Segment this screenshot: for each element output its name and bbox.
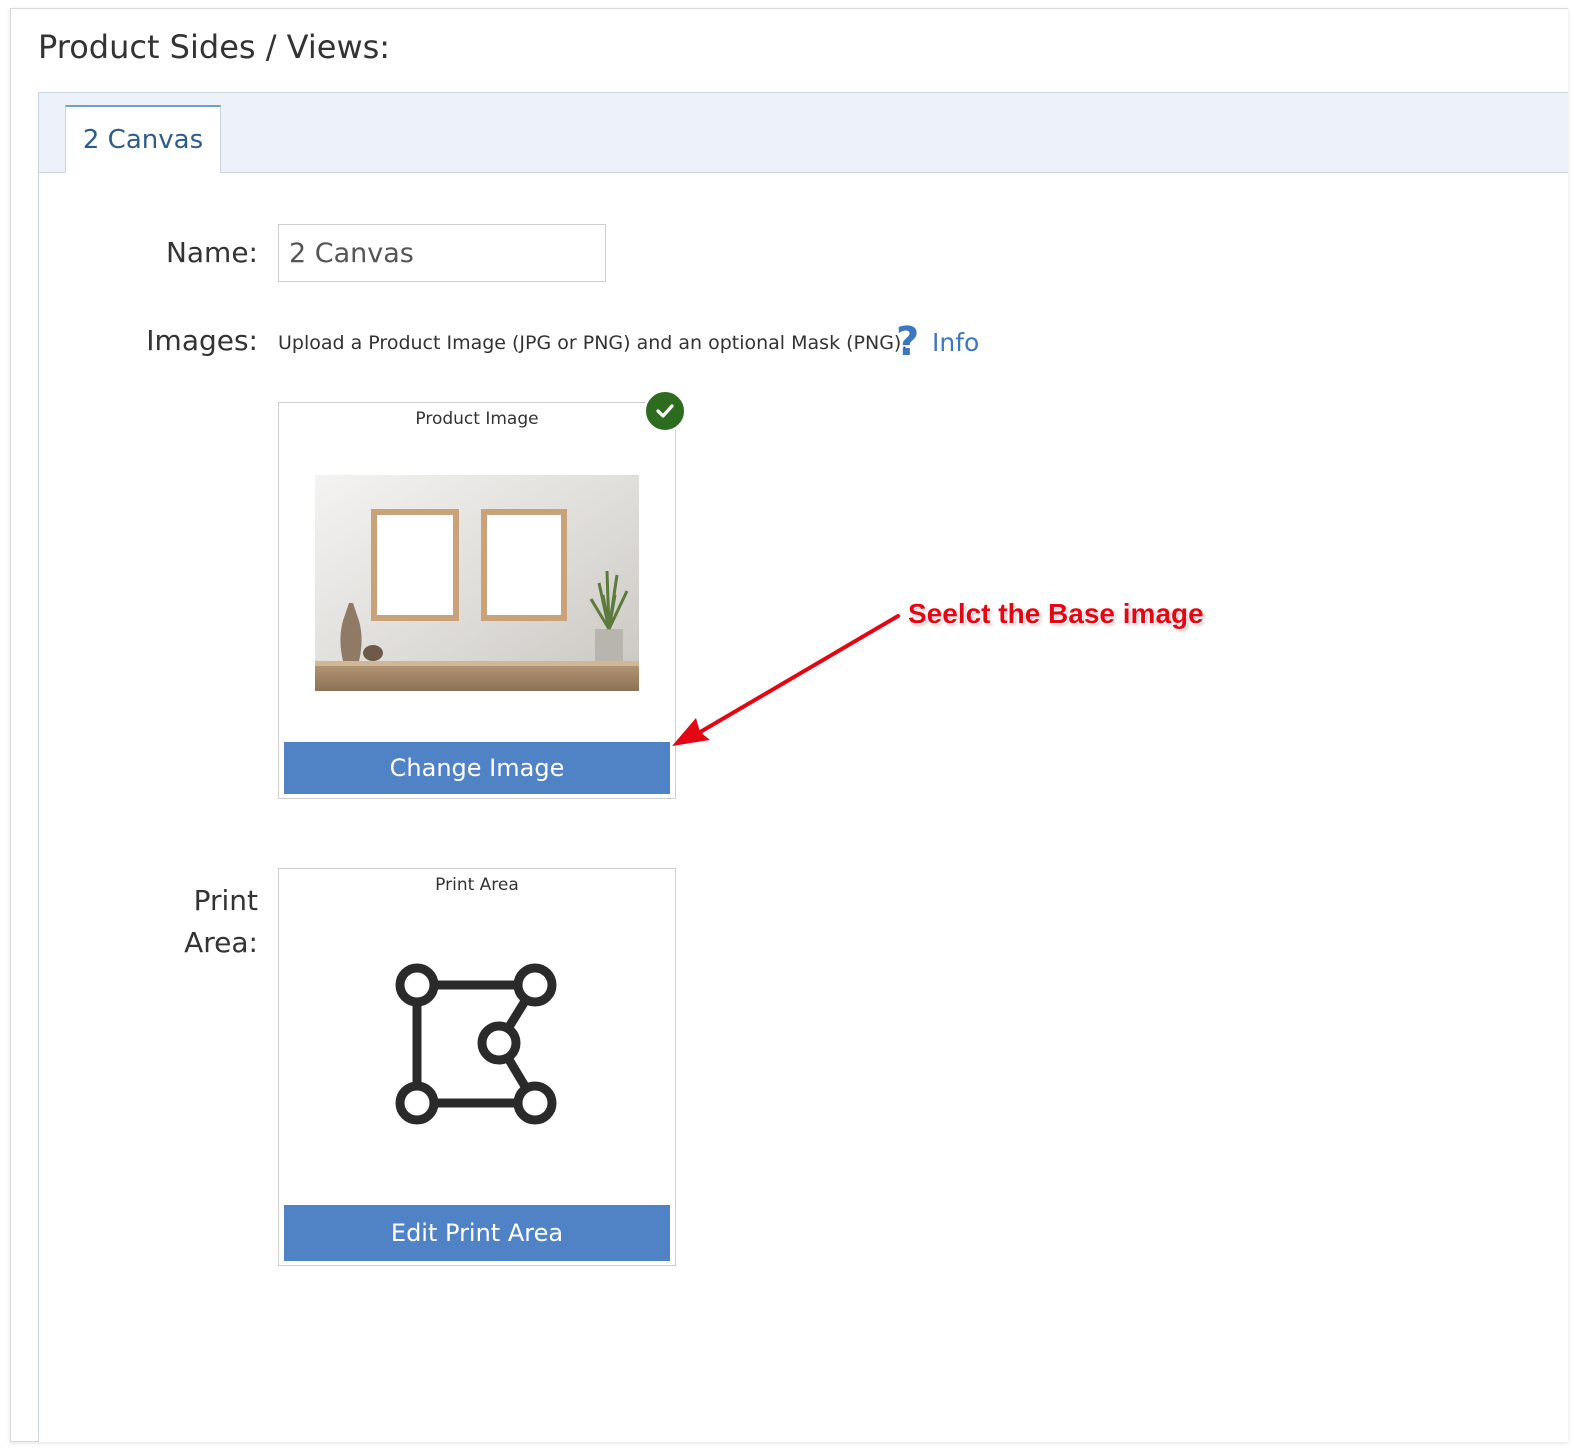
checkmark-glyph — [656, 404, 674, 418]
print-area-shape-icon — [395, 963, 557, 1125]
images-label: Images: — [146, 324, 258, 357]
change-image-button[interactable]: Change Image — [284, 742, 670, 794]
annotation-arrow-icon — [672, 614, 900, 746]
edit-print-area-button[interactable]: Edit Print Area — [284, 1205, 670, 1261]
tab-bar: 2 Canvas — [39, 93, 1568, 173]
print-area-label-line1: Print — [193, 884, 258, 917]
check-icon — [644, 390, 686, 432]
print-area-label: Print Area: — [184, 880, 258, 964]
print-area-title: Print Area — [435, 875, 519, 895]
name-input[interactable] — [278, 224, 606, 282]
product-image-card[interactable]: Product Image Change Image — [278, 402, 676, 799]
product-image-thumbnail[interactable] — [315, 475, 639, 691]
print-area-label-line2: Area: — [184, 926, 258, 959]
info-link[interactable]: Info — [932, 328, 979, 357]
upload-instructions: Upload a Product Image (JPG or PNG) and … — [278, 332, 908, 354]
help-question-icon[interactable]: ? — [896, 318, 919, 366]
print-area-card[interactable]: Print Area Edit Print Area — [278, 868, 676, 1266]
product-image-title: Product Image — [415, 409, 539, 429]
name-label: Name: — [165, 236, 258, 269]
tab-2-canvas[interactable]: 2 Canvas — [65, 105, 221, 173]
annotation-callout: Seelct the Base image — [908, 598, 1204, 629]
sides-panel: 2 Canvas — [38, 92, 1568, 1442]
page-title: Product Sides / Views: — [38, 28, 391, 66]
